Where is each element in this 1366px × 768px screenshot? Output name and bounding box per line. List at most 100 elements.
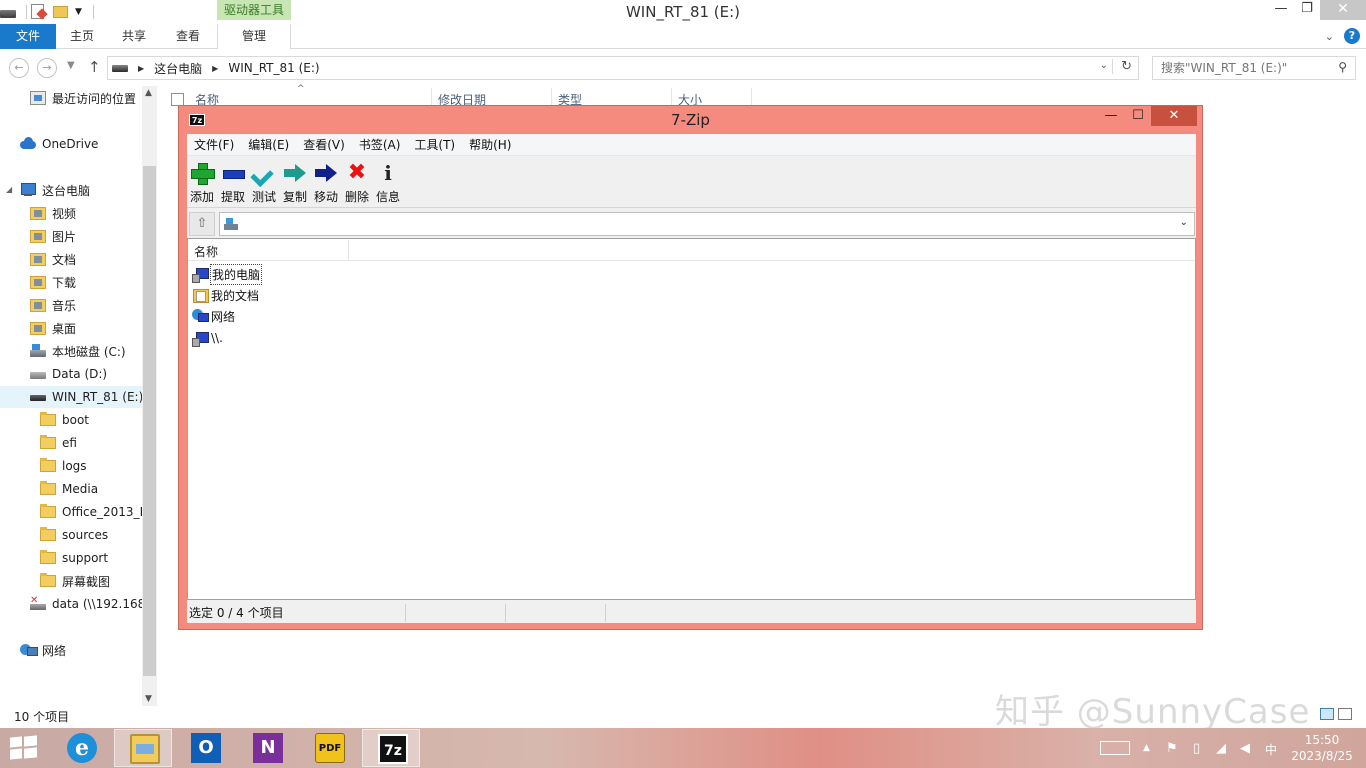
breadcrumb-drive[interactable]: WIN_RT_81 (E:) — [228, 61, 319, 75]
action-center-flag-icon[interactable]: ⚑ — [1166, 741, 1178, 756]
new-folder-icon[interactable] — [53, 4, 71, 20]
scroll-down-icon[interactable]: ▼ — [145, 694, 152, 704]
breadcrumb-this-pc[interactable]: 这台电脑 — [154, 60, 202, 77]
battery-icon[interactable]: ▯ — [1193, 741, 1200, 756]
address-dropdown-icon[interactable]: ⌄ — [1100, 60, 1108, 71]
sevenzip-minimize-button[interactable]: — — [1099, 106, 1123, 126]
nav-item-data-d[interactable]: Data (D:) — [30, 363, 107, 385]
column-divider[interactable] — [751, 88, 752, 106]
nav-item-music[interactable]: 音乐 — [30, 294, 76, 316]
nav-item-efi[interactable]: efi — [40, 432, 77, 454]
taskbar-app-ie[interactable]: e — [52, 729, 110, 767]
nav-item-office[interactable]: Office_2013_R — [40, 501, 142, 523]
nav-item-local-disk-c[interactable]: 本地磁盘 (C:) — [30, 340, 126, 362]
nav-item-screenshots[interactable]: 屏幕截图 — [40, 570, 110, 592]
large-icons-view-icon[interactable] — [1338, 708, 1352, 720]
list-item[interactable]: 我的文档 — [192, 285, 260, 305]
menu-help[interactable]: 帮助(H) — [462, 134, 518, 156]
help-icon[interactable]: ? — [1344, 28, 1360, 44]
address-bar[interactable]: ▶ 这台电脑 ▶ WIN_RT_81 (E:) ⌄ ↻ — [107, 56, 1139, 80]
tab-share[interactable]: 共享 — [110, 24, 158, 49]
breadcrumb-arrow-icon[interactable]: ▶ — [212, 64, 218, 73]
nav-item-win-rt-e[interactable]: WIN_RT_81 (E:) — [0, 386, 142, 408]
list-item[interactable]: \\. — [192, 328, 224, 348]
search-input[interactable] — [1153, 57, 1323, 79]
wifi-signal-icon[interactable]: ◢ — [1216, 741, 1226, 756]
nav-item-videos[interactable]: 视频 — [30, 202, 76, 224]
taskbar-app-pdf[interactable]: PDF — [300, 729, 358, 767]
sevenzip-maximize-button[interactable]: ☐ — [1126, 106, 1150, 126]
show-hidden-icons-icon[interactable]: ▲ — [1143, 743, 1150, 753]
nav-item-desktop[interactable]: 桌面 — [30, 317, 76, 339]
nav-item-network-drive[interactable]: data (\\192.168 — [30, 593, 142, 615]
touch-keyboard-icon[interactable] — [1100, 741, 1130, 755]
nav-item-recent[interactable]: 最近访问的位置 — [30, 87, 136, 109]
scrollbar-thumb[interactable] — [143, 166, 156, 676]
menu-view[interactable]: 查看(V) — [296, 134, 352, 156]
sevenzip-file-list[interactable]: 名称 我的电脑 我的文档 网络 \\. — [187, 238, 1196, 600]
column-divider[interactable] — [348, 240, 349, 260]
taskbar-app-onenote[interactable]: N — [238, 729, 296, 767]
taskbar-app-7zip[interactable]: 7z — [362, 729, 420, 767]
menu-bookmarks[interactable]: 书签(A) — [352, 134, 408, 156]
nav-item-this-pc[interactable]: 这台电脑 — [20, 179, 90, 201]
back-button[interactable]: ← — [9, 58, 29, 78]
refresh-icon[interactable]: ↻ — [1112, 59, 1132, 74]
minimize-button[interactable]: — — [1268, 0, 1294, 20]
search-box[interactable]: ⚲ — [1152, 56, 1356, 80]
test-button[interactable]: 测试 — [249, 159, 279, 205]
list-item[interactable]: 我的电脑 — [192, 263, 263, 285]
drive-icon[interactable] — [0, 4, 18, 20]
delete-button[interactable]: ✖ 删除 — [342, 159, 372, 205]
nav-pane-scrollbar[interactable]: ▲ ▼ — [142, 86, 157, 706]
sevenzip-close-button[interactable]: ✕ — [1151, 106, 1197, 126]
ime-indicator[interactable]: 中 — [1265, 741, 1277, 758]
copy-button[interactable]: 复制 — [280, 159, 310, 205]
tab-home[interactable]: 主页 — [58, 24, 106, 49]
breadcrumb-arrow-icon[interactable]: ▶ — [138, 64, 144, 73]
menu-edit[interactable]: 编辑(E) — [241, 134, 296, 156]
menu-tools[interactable]: 工具(T) — [407, 134, 462, 156]
tab-file[interactable]: 文件 — [0, 24, 56, 49]
path-combobox[interactable]: ⌄ — [219, 212, 1195, 236]
move-button[interactable]: 移动 — [311, 159, 341, 205]
expand-this-pc-icon[interactable]: ◢ — [6, 185, 12, 194]
nav-item-sources[interactable]: sources — [40, 524, 108, 546]
column-name-header[interactable]: 名称 — [194, 243, 218, 260]
list-item[interactable]: 网络 — [192, 306, 236, 326]
details-view-icon[interactable] — [1320, 708, 1334, 720]
menu-file[interactable]: 文件(F) — [187, 134, 241, 156]
nav-item-documents[interactable]: 文档 — [30, 248, 76, 270]
column-divider[interactable] — [551, 88, 552, 106]
tab-view[interactable]: 查看 — [164, 24, 212, 49]
qat-dropdown-icon[interactable]: ▼ — [75, 4, 85, 20]
nav-item-onedrive[interactable]: OneDrive — [20, 133, 98, 155]
properties-icon[interactable] — [31, 4, 49, 20]
nav-item-boot[interactable]: boot — [40, 409, 89, 431]
maximize-button[interactable]: ❐ — [1294, 0, 1320, 20]
search-icon[interactable]: ⚲ — [1338, 60, 1347, 74]
tab-manage[interactable]: 管理 — [217, 24, 291, 49]
nav-item-logs[interactable]: logs — [40, 455, 87, 477]
expand-ribbon-icon[interactable]: ⌄ — [1325, 30, 1334, 43]
nav-item-support[interactable]: support — [40, 547, 108, 569]
taskbar-app-explorer[interactable] — [114, 729, 172, 767]
scroll-up-icon[interactable]: ▲ — [145, 88, 152, 98]
path-dropdown-icon[interactable]: ⌄ — [1180, 217, 1188, 228]
forward-button[interactable]: → — [37, 58, 57, 78]
column-divider[interactable] — [671, 88, 672, 106]
parent-folder-button[interactable]: ⇧ — [189, 212, 215, 236]
start-button[interactable] — [10, 735, 38, 760]
nav-item-media[interactable]: Media — [40, 478, 98, 500]
column-divider[interactable] — [431, 88, 432, 106]
volume-icon[interactable]: ◀ — [1240, 741, 1250, 756]
info-button[interactable]: i 信息 — [373, 159, 403, 205]
close-button[interactable]: ✕ — [1320, 0, 1366, 20]
taskbar-app-outlook[interactable]: O — [176, 729, 234, 767]
nav-item-network[interactable]: 网络 — [20, 639, 66, 661]
nav-item-downloads[interactable]: 下载 — [30, 271, 76, 293]
recent-locations-icon[interactable]: ▼ — [67, 60, 75, 71]
up-button[interactable]: ↑ — [88, 58, 101, 76]
nav-item-pictures[interactable]: 图片 — [30, 225, 76, 247]
clock[interactable]: 15:50 2023/8/25 — [1288, 732, 1356, 764]
